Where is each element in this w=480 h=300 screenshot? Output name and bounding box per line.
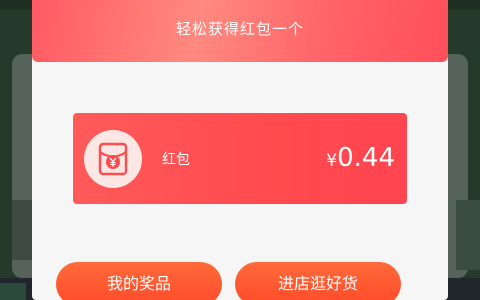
dialog-title: 轻松获得红包一个 [175, 20, 304, 38]
red-envelope-yen-icon [84, 130, 142, 188]
red-envelope-glyph [98, 142, 128, 176]
currency-symbol: ¥ [326, 151, 338, 171]
red-packet-label: 红包 [162, 152, 190, 168]
dialog-header: 轻松获得红包一个 [32, 0, 448, 62]
amount-value: 0.44 [337, 143, 395, 173]
background-right-block [456, 200, 480, 270]
red-packet-dialog: 轻松获得红包一个 红包 ¥0.44 我的奖品 进店逛好货 [32, 0, 448, 300]
screen: 轻松获得红包一个 红包 ¥0.44 我的奖品 进店逛好货 [0, 0, 480, 300]
background-bottom-tab [0, 283, 26, 300]
red-packet-amount: ¥0.44 [326, 143, 395, 173]
red-packet-card: 红包 ¥0.44 [73, 113, 407, 204]
visit-shop-button[interactable]: 进店逛好货 [235, 262, 401, 300]
my-prizes-button[interactable]: 我的奖品 [56, 262, 222, 300]
